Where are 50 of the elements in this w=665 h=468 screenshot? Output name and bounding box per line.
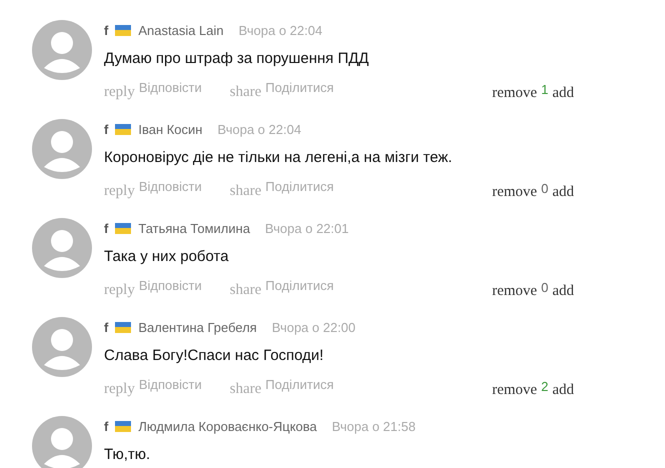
vote-score: 0 — [541, 280, 548, 295]
avatar-icon — [32, 416, 92, 468]
downvote-button[interactable]: remove — [492, 382, 538, 399]
flag-icon — [115, 322, 132, 332]
comment-text: Слава Богу!Спаси нас Господи! — [104, 347, 325, 365]
source-icon: f — [104, 220, 108, 236]
share-icon: share — [230, 84, 262, 101]
flag-icon — [115, 420, 132, 432]
avatar-icon — [32, 20, 92, 80]
vote-score: 2 — [541, 379, 548, 394]
comment-text: Короновірус діе не тільки на легені,а на мізги теж. — [104, 149, 454, 167]
flag-icon — [115, 222, 132, 234]
author-name[interactable]: Іван Косин — [138, 122, 202, 136]
reply-icon: reply — [104, 282, 135, 299]
upvote-button[interactable]: add — [552, 85, 574, 102]
source-icon: f — [104, 122, 108, 136]
upvote-button[interactable]: add — [552, 184, 574, 201]
source-icon: f — [104, 22, 108, 38]
vote-score: 1 — [541, 82, 548, 97]
flag-icon — [115, 24, 132, 36]
share-icon: share — [230, 183, 262, 200]
avatar-icon — [32, 317, 92, 377]
author-name[interactable]: Валентина Гребеля — [138, 320, 257, 334]
avatar-icon — [32, 218, 92, 278]
reply-icon: reply — [104, 84, 135, 101]
downvote-button[interactable]: remove — [492, 85, 538, 102]
source-icon: f — [104, 320, 108, 334]
avatar-icon — [32, 119, 92, 179]
downvote-button[interactable]: remove — [492, 283, 538, 300]
comment-text: Тю,тю. — [104, 446, 152, 464]
source-icon: f — [104, 418, 108, 434]
vote-score: 0 — [541, 181, 548, 196]
comment-time: Вчора о 22:01 — [265, 220, 349, 236]
flag-icon — [115, 124, 132, 134]
comment-text: Думаю про штраф за порушення ПДД — [104, 50, 370, 68]
author-name[interactable]: Татьяна Томилина — [138, 220, 250, 236]
comment-time: Вчора о 22:00 — [272, 320, 356, 334]
comment-text: Така у них робота — [104, 248, 230, 266]
reply-icon: reply — [104, 183, 135, 200]
upvote-button[interactable]: add — [552, 382, 574, 399]
reply-icon: reply — [104, 381, 135, 398]
upvote-button[interactable]: add — [552, 283, 574, 300]
comment-time: Вчора о 21:58 — [332, 418, 416, 434]
author-name[interactable]: Людмила Короваєнко-Яцкова — [138, 418, 317, 434]
share-icon: share — [230, 282, 262, 299]
downvote-button[interactable]: remove — [492, 184, 538, 201]
share-icon: share — [230, 381, 262, 398]
comment-time: Вчора о 22:04 — [238, 22, 322, 38]
comment-time: Вчора о 22:04 — [217, 122, 302, 136]
author-name[interactable]: Anastasia Lain — [138, 22, 224, 38]
